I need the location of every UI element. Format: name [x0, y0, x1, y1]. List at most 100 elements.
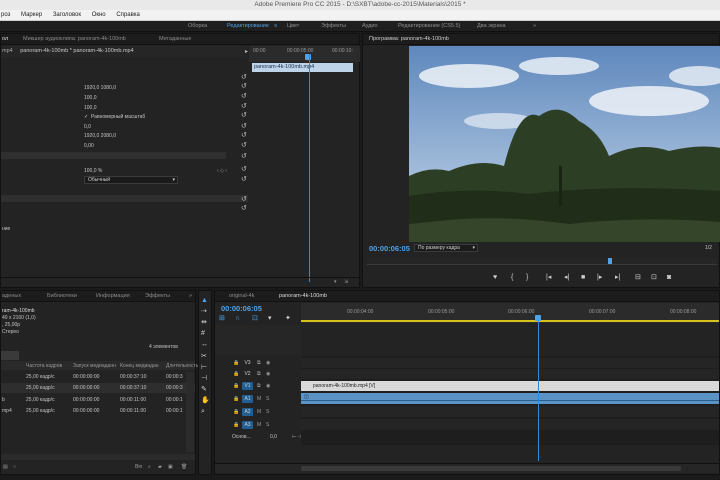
rate-stretch-tool-icon[interactable]: ↔ — [201, 341, 208, 349]
tab-audio-clip-mixer[interactable]: Микшер аудиоклипа: panoram-4k-100mb — [23, 34, 126, 45]
razor-tool-icon[interactable]: ✂ — [201, 353, 207, 361]
sequence-clip-label[interactable]: panoram-4k-100mb * panoram-4k-100mb.mp4 — [20, 48, 133, 54]
column-duration[interactable]: Длительность — [166, 363, 198, 369]
reset-icon[interactable]: ↺ — [241, 73, 247, 81]
sync-icon[interactable]: ⧉ — [257, 383, 261, 389]
program-timecode[interactable]: 00:00:06:05 — [369, 244, 410, 253]
reset-icon[interactable]: ↺ — [241, 195, 247, 203]
track-a3[interactable]: A3 — [242, 421, 253, 429]
workspace-menu-icon[interactable]: ≡ — [274, 21, 277, 32]
lane-a3[interactable] — [301, 419, 719, 430]
search-icon[interactable]: ⌕ — [148, 464, 151, 470]
hand-tool-icon[interactable]: ✋ — [201, 397, 210, 405]
insert-icon[interactable]: ⊟ — [635, 274, 641, 282]
table-row[interactable]: 25,00 кадр/с 00:00:00:00 00:00:37:10 00:… — [1, 372, 195, 382]
new-item-icon[interactable]: ▣ — [168, 464, 173, 470]
scale-width-value[interactable]: 100,0 — [84, 105, 97, 111]
reset-icon[interactable]: ↺ — [241, 165, 247, 173]
bin-icon[interactable]: Bin — [135, 464, 142, 470]
keyframe-nav-icon[interactable]: ‹ ◇ › — [217, 168, 227, 174]
workspace-editing[interactable]: Редактирование — [227, 21, 269, 32]
tab-more-icon[interactable]: » — [189, 291, 192, 302]
ripple-edit-tool-icon[interactable]: ⇹ — [201, 319, 207, 327]
lock-icon[interactable]: 🔒 — [233, 371, 239, 377]
tab-sequence-original[interactable]: original-4k — [229, 291, 254, 302]
lane-v3[interactable] — [301, 358, 719, 368]
slip-tool-icon[interactable]: ⊢ — [201, 364, 207, 372]
clip-v1[interactable]: panoram-4k-100mb.mp4 [V] — [301, 381, 719, 391]
blend-mode-select[interactable]: Обычный ▾ — [84, 176, 178, 184]
step-forward-icon[interactable]: |▸ — [597, 274, 602, 282]
tab-effects[interactable]: Эффекты — [145, 291, 170, 302]
trash-icon[interactable]: 🗑 — [181, 464, 187, 470]
resolution-value[interactable]: 1/2 — [705, 245, 712, 251]
reset-icon[interactable]: ↺ — [241, 175, 247, 183]
go-to-in-icon[interactable]: |◂ — [546, 274, 551, 282]
position-value[interactable]: 1920,0 1080,0 — [84, 85, 116, 91]
antiflicker-value[interactable]: 0,00 — [84, 143, 94, 149]
menu-item-edit[interactable]: роз — [1, 12, 10, 18]
menu-item-title[interactable]: Заголовок — [53, 12, 81, 18]
solo-icon[interactable]: S — [266, 396, 269, 402]
reset-icon[interactable]: ↺ — [241, 111, 247, 119]
track-a1[interactable]: A1 — [242, 395, 253, 403]
lock-icon[interactable]: 🔒 — [233, 360, 239, 366]
track-select-tool-icon[interactable]: ⇢ — [201, 308, 207, 316]
clip-a1[interactable]: ◫ — [301, 393, 719, 404]
sync-icon[interactable]: ⧉ — [257, 371, 261, 377]
reset-icon[interactable]: ↺ — [241, 122, 247, 130]
sync-icon[interactable]: ⧉ — [257, 360, 261, 366]
mark-out-icon[interactable]: } — [526, 274, 528, 282]
track-v3[interactable]: V3 — [242, 359, 253, 367]
eye-icon[interactable]: ◉ — [266, 371, 270, 377]
tab-info[interactable]: Информация — [96, 291, 130, 302]
master-volume-value[interactable]: 0,0 — [270, 434, 277, 440]
overwrite-icon[interactable]: ⊡ — [651, 274, 657, 282]
export-frame-icon[interactable]: ◙ — [667, 274, 671, 282]
slide-tool-icon[interactable]: ⊣ — [201, 375, 207, 383]
mute-icon[interactable]: M — [257, 409, 261, 415]
program-time-ruler[interactable] — [367, 258, 717, 265]
volume-line[interactable] — [301, 400, 719, 401]
menu-item-help[interactable]: Справка — [116, 12, 140, 18]
play-icon[interactable]: ▸ — [245, 48, 248, 55]
tab-libraries[interactable]: Библиотеки — [47, 291, 77, 302]
solo-icon[interactable]: S — [266, 422, 269, 428]
mute-icon[interactable]: M — [257, 396, 261, 402]
lane-a2[interactable] — [301, 406, 719, 417]
workspace-editing-cs55[interactable]: Редактирование (CS5.5) — [398, 21, 460, 32]
stop-icon[interactable]: ■ — [581, 274, 585, 282]
filter-icon[interactable]: ▾ — [334, 279, 337, 285]
work-area-bar[interactable] — [301, 320, 719, 322]
project-scrollbar[interactable] — [186, 372, 194, 452]
mute-icon[interactable]: M — [257, 422, 261, 428]
track-v2[interactable]: V2 — [242, 370, 253, 378]
workspace-color[interactable]: Цвет — [287, 21, 299, 32]
nest-toggle-icon[interactable]: ⊞ — [219, 315, 225, 323]
reset-icon[interactable]: ↺ — [241, 152, 247, 160]
mark-in-icon[interactable]: { — [511, 274, 513, 282]
master-nav-icon[interactable]: ⊢⊣ — [292, 434, 301, 440]
workspace-more-icon[interactable]: » — [533, 21, 536, 32]
tab-sequence-panoram[interactable]: panoram-4k-100mb — [279, 291, 327, 302]
workspace-dual-screen[interactable]: Два экрана — [477, 21, 506, 32]
zoom-slider-icon[interactable]: ○ — [13, 464, 16, 470]
track-a2[interactable]: A2 — [242, 408, 253, 416]
table-row[interactable]: 25,00 кадр/с 00:00:00:00 00:00:37:10 00:… — [1, 383, 195, 393]
opacity-value[interactable]: 100,0 % — [84, 168, 102, 174]
list-view-icon[interactable]: ▤ — [3, 464, 8, 470]
rolling-edit-tool-icon[interactable]: # — [201, 330, 205, 338]
effect-clip-bar[interactable]: panoram-4k-100mb.mp4 — [252, 63, 353, 72]
new-bin-icon[interactable]: ▰ — [158, 464, 162, 470]
workspace-audio[interactable]: Аудио — [362, 21, 378, 32]
lock-icon[interactable]: 🔒 — [233, 396, 239, 402]
program-video-frame[interactable] — [409, 46, 720, 242]
reset-icon[interactable]: ↺ — [241, 131, 247, 139]
project-hscrollbar[interactable] — [1, 454, 195, 460]
table-row[interactable]: b 25,00 кадр/с 00:00:00:00 00:00:11:00 0… — [1, 395, 195, 405]
tab-metadata[interactable]: Метаданные — [159, 34, 191, 45]
table-row[interactable]: mp4 25,00 кадр/с 00:00:00:00 00:00:11:00… — [1, 406, 195, 416]
uniform-scale-checkbox[interactable]: ✓ — [84, 114, 88, 120]
pen-tool-icon[interactable]: ✎ — [201, 386, 207, 394]
column-media-end[interactable]: Конец медиадан — [120, 363, 159, 369]
